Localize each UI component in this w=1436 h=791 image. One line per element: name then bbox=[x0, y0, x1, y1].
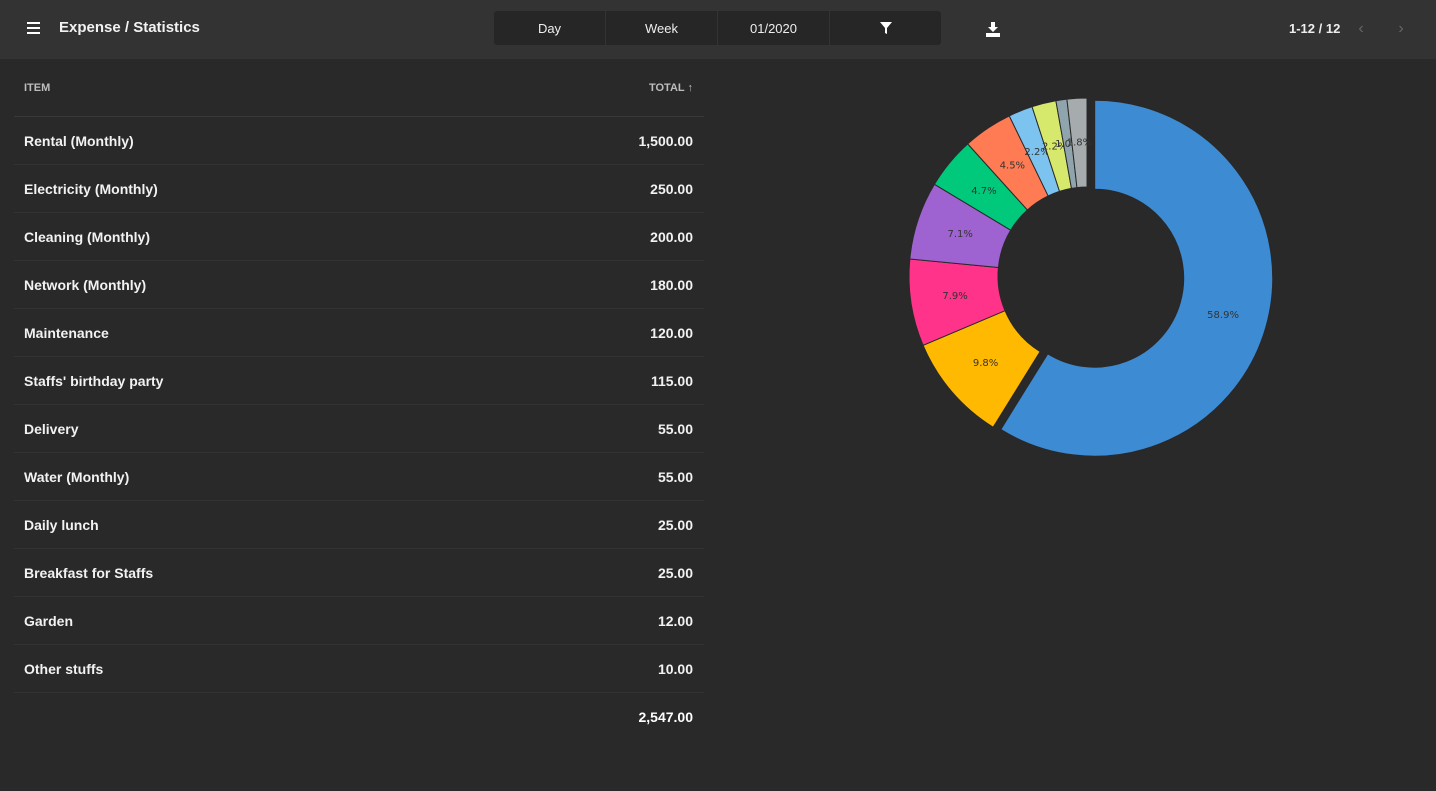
item-name: Delivery bbox=[24, 420, 79, 437]
slice-label: 7.1% bbox=[948, 229, 973, 240]
item-name: Rental (Monthly) bbox=[24, 132, 134, 149]
table-row[interactable]: Maintenance 120.00 bbox=[14, 309, 704, 357]
day-button[interactable]: Day bbox=[494, 11, 606, 45]
page-title: Expense / Statistics bbox=[59, 19, 200, 36]
next-page-button[interactable]: › bbox=[1393, 20, 1409, 38]
column-total[interactable]: TOTAL ↑ bbox=[649, 82, 693, 94]
item-total: 55.00 bbox=[657, 420, 693, 437]
slice-label: 1.8% bbox=[1067, 138, 1092, 149]
item-name: Cleaning (Monthly) bbox=[24, 228, 150, 245]
table-row[interactable]: Staffs' birthday party 115.00 bbox=[14, 357, 704, 405]
slice-label: 9.8% bbox=[973, 358, 998, 369]
filter-icon bbox=[879, 22, 892, 34]
top-bar: Expense / Statistics Day Week 01/2020 1-… bbox=[0, 0, 1436, 59]
item-total: 180.00 bbox=[650, 276, 693, 293]
period-selector: Day Week 01/2020 bbox=[494, 11, 941, 45]
item-total: 12.00 bbox=[657, 612, 693, 629]
table-row[interactable]: Garden 12.00 bbox=[14, 597, 704, 645]
item-name: Daily lunch bbox=[24, 516, 99, 533]
week-button[interactable]: Week bbox=[606, 11, 718, 45]
item-name: Other stuffs bbox=[24, 660, 104, 677]
item-total: 1,500.00 bbox=[638, 132, 694, 149]
item-name: Water (Monthly) bbox=[24, 468, 130, 485]
table-row[interactable]: Other stuffs 10.00 bbox=[14, 645, 704, 693]
item-total: 120.00 bbox=[650, 324, 693, 341]
sort-up-icon: ↑ bbox=[687, 82, 694, 94]
table-row[interactable]: Network (Monthly) 180.00 bbox=[14, 261, 704, 309]
column-total-label: TOTAL bbox=[648, 82, 685, 94]
item-total: 25.00 bbox=[657, 516, 693, 533]
item-name: Network (Monthly) bbox=[24, 276, 147, 293]
item-total: 250.00 bbox=[650, 180, 693, 197]
item-total: 115.00 bbox=[650, 372, 693, 389]
chevron-left-icon: ‹ bbox=[1358, 20, 1364, 37]
expense-table: ITEM TOTAL ↑ Rental (Monthly) 1,500.00 Ele… bbox=[14, 60, 704, 740]
table-row[interactable]: Delivery 55.00 bbox=[14, 405, 704, 453]
slice-label: 7.9% bbox=[942, 291, 967, 302]
month-picker[interactable]: 01/2020 bbox=[718, 11, 830, 45]
grand-total: 2,547.00 bbox=[638, 708, 694, 725]
pagination-label: 1-12 / 12 bbox=[1289, 21, 1341, 36]
table-row[interactable]: Breakfast for Staffs 25.00 bbox=[14, 549, 704, 597]
item-name: Staffs' birthday party bbox=[24, 372, 164, 389]
slice-label: 4.5% bbox=[1000, 160, 1025, 171]
column-item[interactable]: ITEM bbox=[24, 82, 50, 94]
table-row[interactable]: Rental (Monthly) 1,500.00 bbox=[14, 117, 704, 165]
item-total: 10.00 bbox=[657, 660, 693, 677]
prev-page-button[interactable]: ‹ bbox=[1353, 20, 1369, 38]
table-row[interactable]: Water (Monthly) 55.00 bbox=[14, 453, 704, 501]
expense-pie-chart: 58.9%9.8%7.9%7.1%4.7%4.5%2.2%2.2%1.0%1.8… bbox=[908, 97, 1274, 457]
menu-icon[interactable] bbox=[27, 22, 40, 34]
item-name: Breakfast for Staffs bbox=[24, 564, 154, 581]
table-row[interactable]: Daily lunch 25.00 bbox=[14, 501, 704, 549]
chevron-right-icon: › bbox=[1398, 20, 1404, 37]
item-total: 200.00 bbox=[650, 228, 693, 245]
item-name: Maintenance bbox=[24, 324, 109, 341]
slice-label: 58.9% bbox=[1207, 310, 1239, 321]
download-icon bbox=[986, 22, 1000, 37]
download-button[interactable] bbox=[985, 21, 1001, 37]
table-row[interactable]: Cleaning (Monthly) 200.00 bbox=[14, 213, 704, 261]
slice-label: 4.7% bbox=[971, 186, 996, 197]
item-name: Garden bbox=[24, 612, 74, 629]
filter-button[interactable] bbox=[830, 11, 941, 45]
item-total: 55.00 bbox=[657, 468, 693, 485]
table-header: ITEM TOTAL ↑ bbox=[14, 60, 704, 117]
item-total: 25.00 bbox=[657, 564, 693, 581]
table-row[interactable]: Electricity (Monthly) 250.00 bbox=[14, 165, 704, 213]
item-name: Electricity (Monthly) bbox=[24, 180, 158, 197]
